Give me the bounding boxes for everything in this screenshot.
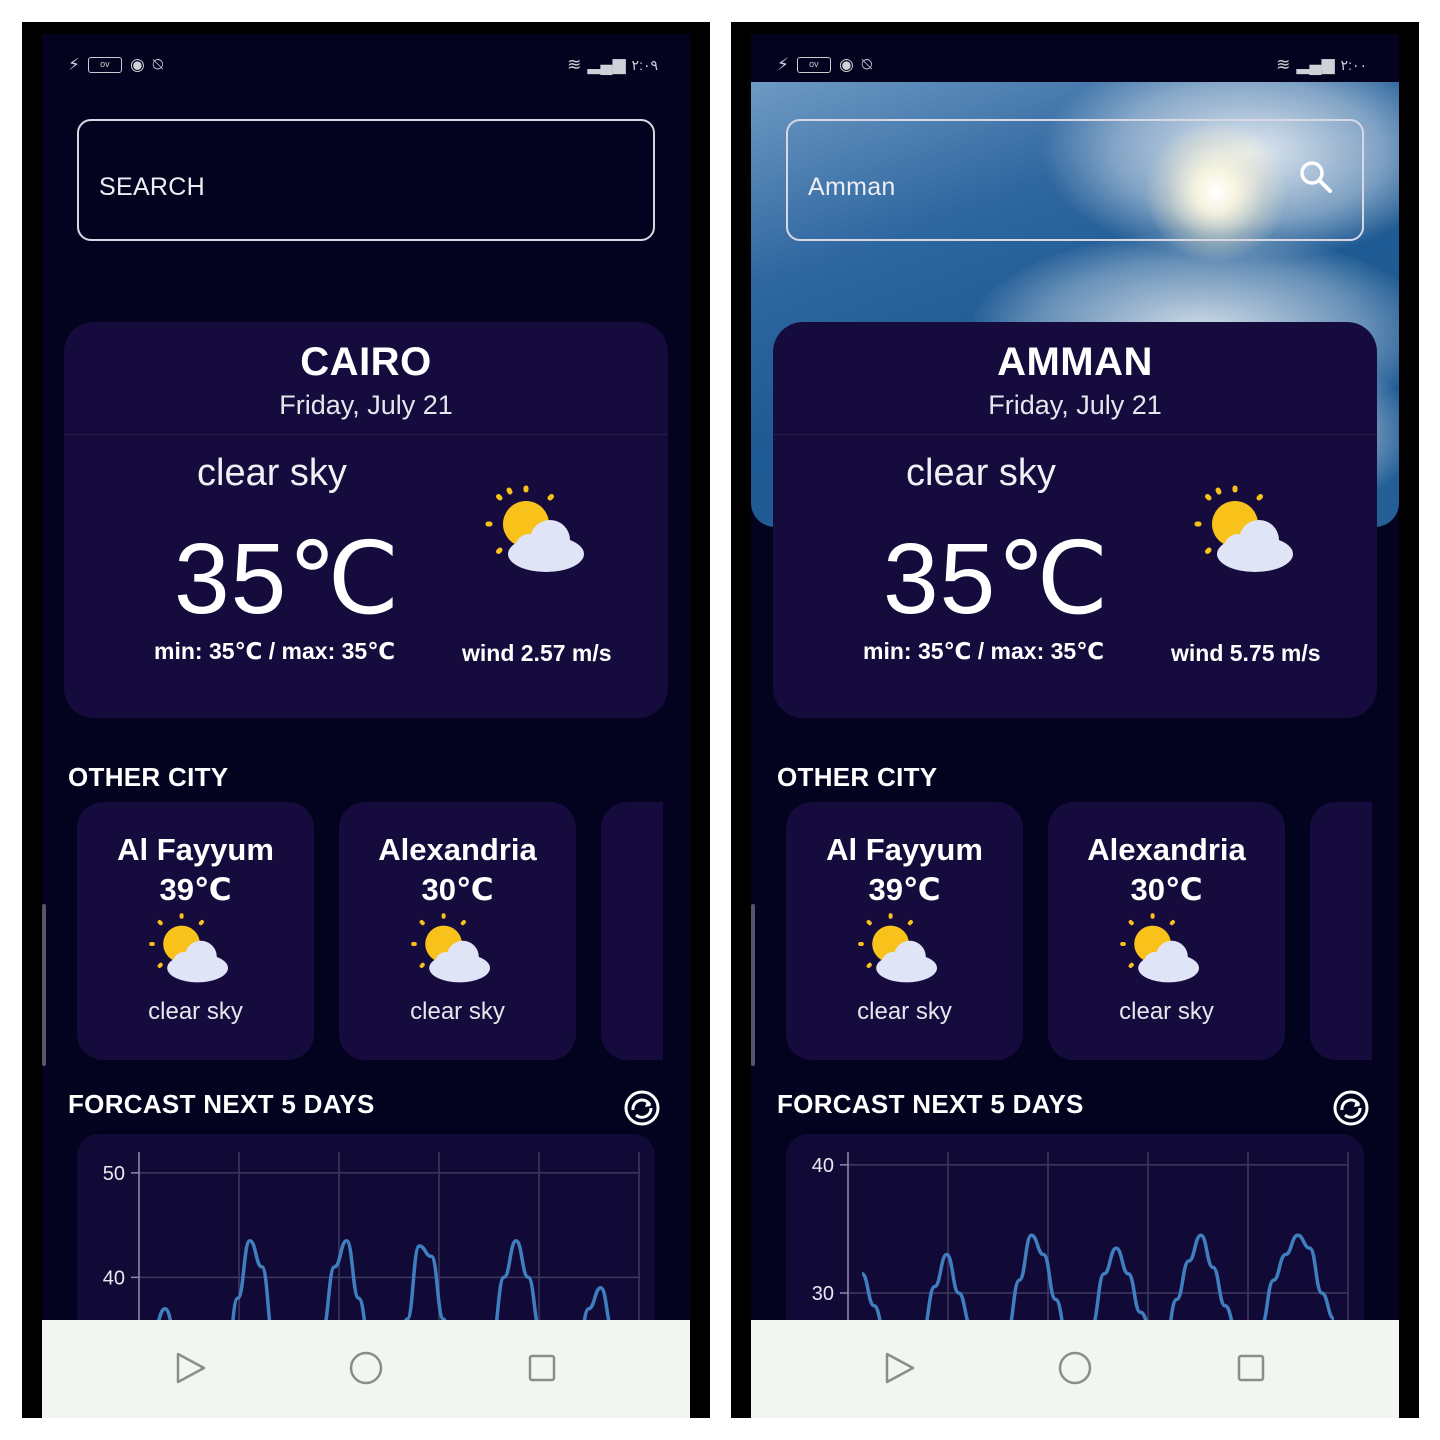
signal-icon: ▂▄▆ [587, 55, 626, 74]
partly-cloudy-icon [1194, 485, 1293, 572]
partly-cloudy-icon [485, 485, 584, 572]
wifi-icon: ≋ [1276, 55, 1291, 74]
weather-date: Friday, July 21 [279, 390, 453, 420]
city-card-name: Alexandria [1087, 832, 1246, 867]
current-temperature: 35℃ [174, 523, 401, 635]
city-card-alexandria[interactable]: Alexandria 30℃ clear sky [1048, 802, 1285, 1060]
back-nav-icon[interactable] [879, 1348, 919, 1388]
wifi-icon: ≋ [567, 55, 582, 74]
status-bar: ⚡ ov ◉ ⍉ ≋ ▂▄▆ ٢:٠٠ [751, 34, 1399, 82]
weather-date: Friday, July 21 [988, 390, 1162, 420]
partly-cloudy-icon [149, 913, 228, 983]
city-card-partial[interactable] [1310, 802, 1372, 1060]
mute-bell-icon: ⍉ [861, 55, 872, 74]
city-card-description: clear sky [857, 998, 952, 1025]
back-nav-icon[interactable] [170, 1348, 210, 1388]
search-icon[interactable] [1296, 157, 1336, 197]
city-card-name: Al Fayyum [117, 832, 274, 867]
other-city-title: OTHER CITY [777, 762, 938, 792]
current-weather-card: CAIRO Friday, July 21 clear sky 35℃ min:… [64, 322, 668, 718]
city-card-alexandria[interactable]: Alexandria 30℃ clear sky [339, 802, 576, 1060]
other-city-title: OTHER CITY [68, 762, 229, 792]
partly-cloudy-icon [1120, 913, 1199, 983]
charging-icon: ⚡ [68, 55, 80, 74]
city-card-temp: 30℃ [421, 872, 494, 907]
android-nav-bar [751, 1320, 1399, 1418]
current-temperature: 35℃ [883, 523, 1110, 635]
city-name: CAIRO [300, 340, 432, 384]
city-card-name: Alexandria [378, 832, 537, 867]
mute-bell-icon: ⍉ [152, 55, 163, 74]
phone-screenshot-cairo: ⚡ ov ◉ ⍉ ≋ ▂▄▆ ٢:٠٩ SEARCH CAIRO Friday,… [22, 22, 710, 1418]
home-nav-icon[interactable] [1055, 1348, 1095, 1388]
other-city-list[interactable]: Al Fayyum 39℃ clear sky Alexandria 30℃ c… [77, 802, 663, 1062]
city-card-al-fayyum[interactable]: Al Fayyum 39℃ clear sky [77, 802, 314, 1060]
lock-rotation-icon: ◉ [838, 55, 854, 74]
city-card-name: Al Fayyum [826, 832, 983, 867]
signal-icon: ▂▄▆ [1296, 55, 1335, 74]
city-card-partial[interactable] [601, 802, 663, 1060]
partly-cloudy-icon [858, 913, 937, 983]
partly-cloudy-icon [411, 913, 490, 983]
city-card-description: clear sky [1119, 998, 1214, 1025]
other-city-list[interactable]: Al Fayyum 39℃ clear sky Alexandria 30℃ c… [786, 802, 1372, 1062]
chart-y-tick-label: 30 [812, 1283, 834, 1305]
app-screen: ⚡ ov ◉ ⍉ ≋ ▂▄▆ ٢:٠٩ SEARCH CAIRO Friday,… [42, 34, 690, 1418]
recents-nav-icon[interactable] [1231, 1348, 1271, 1388]
card-divider [64, 434, 668, 435]
refresh-icon[interactable] [1331, 1088, 1371, 1128]
city-card-description: clear sky [148, 998, 243, 1025]
weather-description: clear sky [906, 452, 1056, 494]
lock-rotation-icon: ◉ [129, 55, 145, 74]
min-max-temperature: min: 35℃ / max: 35℃ [863, 638, 1105, 664]
scroll-edge [751, 904, 755, 1066]
wind-speed: wind 2.57 m/s [462, 640, 612, 666]
status-time: ٢:٠٠ [1340, 56, 1367, 73]
city-card-temp: 30℃ [1130, 872, 1203, 907]
city-card-temp: 39℃ [868, 872, 941, 907]
scroll-edge [42, 904, 46, 1066]
search-input[interactable]: SEARCH [77, 119, 655, 241]
phone-screenshot-amman: ⚡ ov ◉ ⍉ ≋ ▂▄▆ ٢:٠٠ Amman AMMAN Friday, … [731, 22, 1419, 1418]
city-card-al-fayyum[interactable]: Al Fayyum 39℃ clear sky [786, 802, 1023, 1060]
refresh-icon[interactable] [622, 1088, 662, 1128]
city-card-temp: 39℃ [159, 872, 232, 907]
chart-y-tick-label: 40 [103, 1267, 125, 1289]
status-time: ٢:٠٩ [631, 56, 658, 73]
status-bar: ⚡ ov ◉ ⍉ ≋ ▂▄▆ ٢:٠٩ [42, 34, 690, 82]
charging-icon: ⚡ [777, 55, 789, 74]
weather-description: clear sky [197, 452, 347, 494]
forecast-title: FORCAST NEXT 5 DAYS [68, 1089, 375, 1119]
chart-y-tick-label: 40 [812, 1155, 834, 1177]
search-input[interactable]: Amman [786, 119, 1364, 241]
recents-nav-icon[interactable] [522, 1348, 562, 1388]
search-input-text: SEARCH [99, 173, 205, 201]
current-weather-card: AMMAN Friday, July 21 clear sky 35℃ min:… [773, 322, 1377, 718]
android-nav-bar [42, 1320, 690, 1418]
wind-speed: wind 5.75 m/s [1171, 640, 1321, 666]
chart-y-tick-label: 50 [103, 1163, 125, 1185]
app-screen: ⚡ ov ◉ ⍉ ≋ ▂▄▆ ٢:٠٠ Amman AMMAN Friday, … [751, 34, 1399, 1418]
home-nav-icon[interactable] [346, 1348, 386, 1388]
battery-icon: ov [796, 57, 831, 73]
card-divider [773, 434, 1377, 435]
min-max-temperature: min: 35℃ / max: 35℃ [154, 638, 396, 664]
battery-icon: ov [87, 57, 122, 73]
forecast-title: FORCAST NEXT 5 DAYS [777, 1089, 1084, 1119]
search-input-text: Amman [808, 173, 896, 201]
city-card-description: clear sky [410, 998, 505, 1025]
city-name: AMMAN [997, 340, 1153, 384]
